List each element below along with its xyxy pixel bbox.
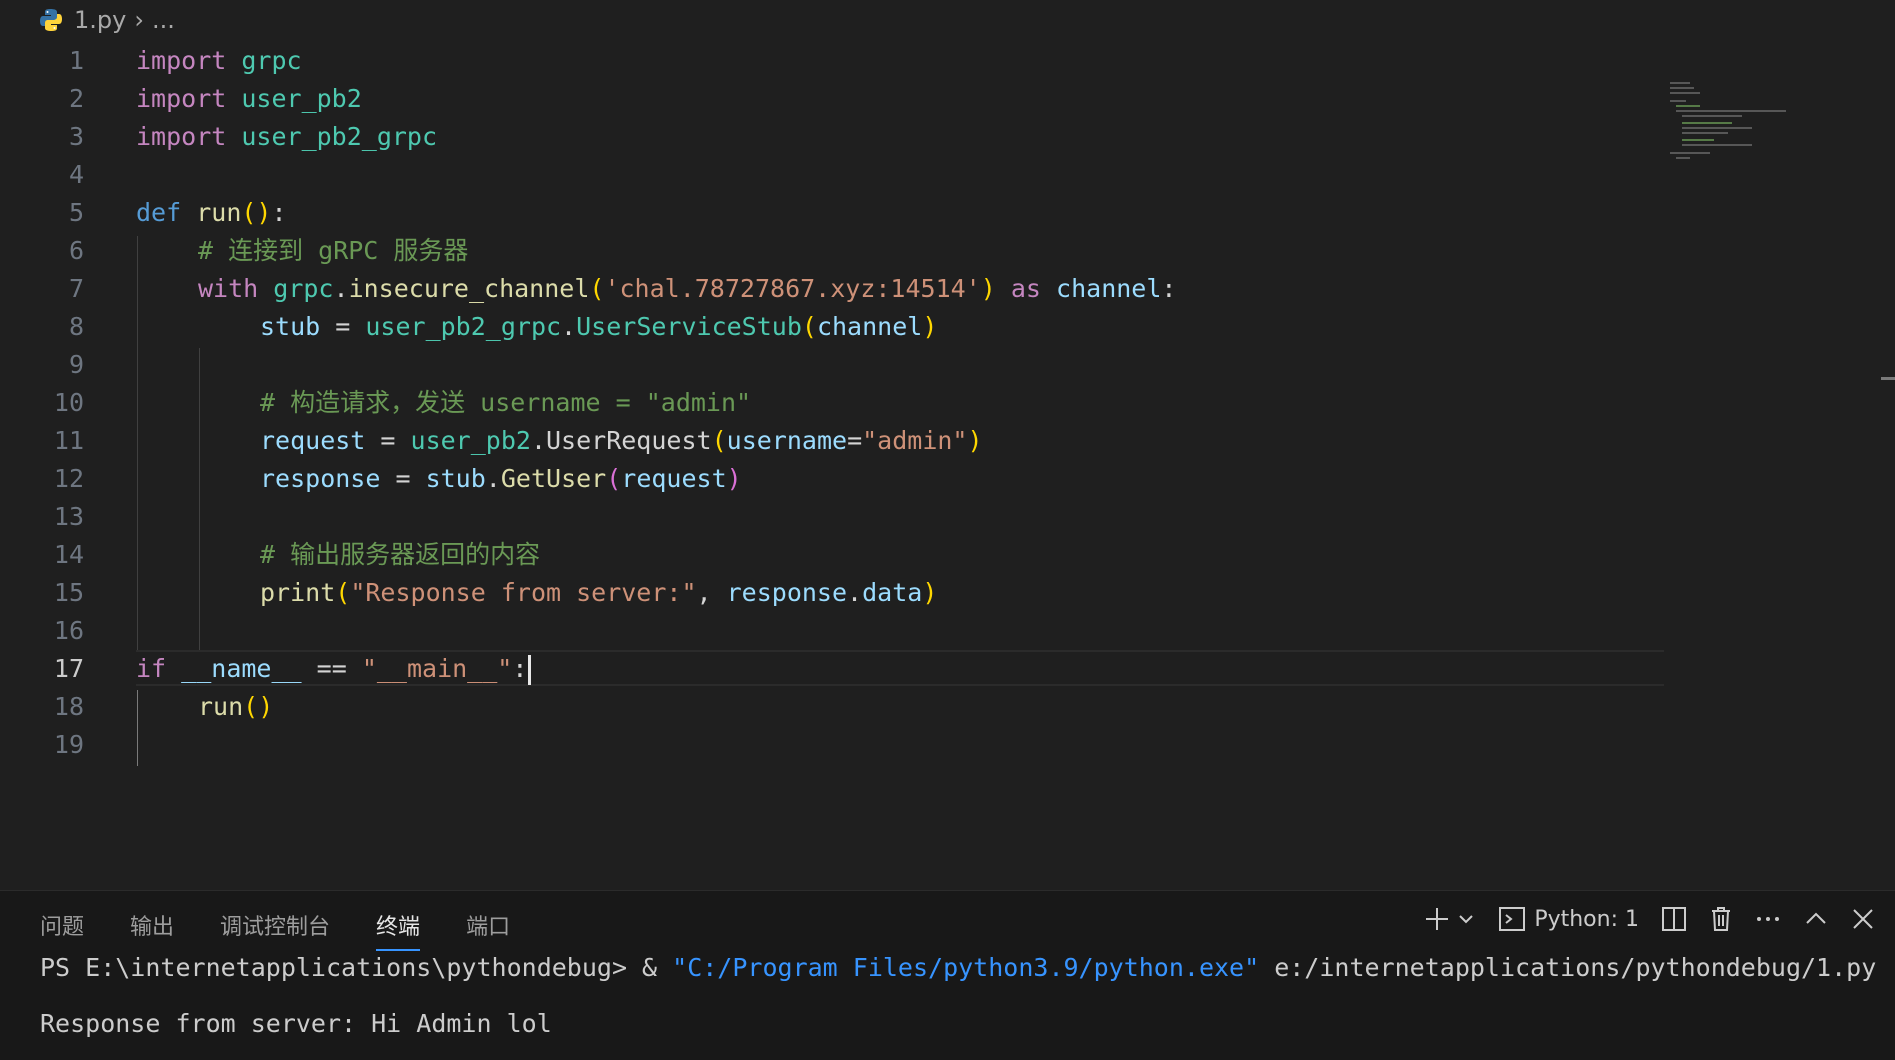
terminal-output: Response from server: Hi Admin lol [40,1009,552,1038]
close-icon [1853,909,1873,929]
chevron-down-icon[interactable] [1456,909,1476,929]
line-number: 7 [68,274,84,303]
chevron-right-icon: › [134,6,144,34]
maximize-panel-button[interactable] [1803,906,1829,932]
line-number: 17 [53,654,84,683]
code-line: 16 [0,612,1880,650]
code-line: 10 # 构造请求，发送 username = "admin" [0,384,1880,422]
code-text: request = user_pb2.UserRequest(username=… [260,426,983,455]
code-line-current: 17 if __name__ == "__main__": [0,650,1880,688]
line-number: 11 [53,426,84,455]
line-number: 18 [53,692,84,721]
panel-actions: Python: 1 [1402,905,1875,933]
code-line: 1 import grpc [0,42,1880,80]
code-text: # 输出服务器返回的内容 [260,540,541,569]
code-text: import grpc [136,46,302,75]
code-text: # 连接到 gRPC 服务器 [198,236,469,265]
scrollbar-marker[interactable] [1881,377,1895,380]
bottom-panel: 问题 输出 调试控制台 终端 端口 Python: 1 PS E:\intern… [0,890,1895,1060]
code-line: 13 [0,498,1880,536]
code-editor[interactable]: 1 import grpc 2 import user_pb2 3 import… [0,40,1895,890]
code-line: 14 # 输出服务器返回的内容 [0,536,1880,574]
line-number: 5 [68,198,84,227]
line-number: 8 [68,312,84,341]
code-text: def run(): [136,198,287,227]
trash-icon [1712,907,1730,931]
breadcrumb-rest[interactable]: ... [152,6,175,34]
line-number: 1 [68,46,84,75]
breadcrumb-file[interactable]: 1.py [74,6,126,34]
code-line: 5 def run(): [0,194,1880,232]
tab-ports[interactable]: 端口 [466,909,510,951]
line-number: 2 [68,84,84,113]
tab-output[interactable]: 输出 [130,909,174,951]
code-text: import user_pb2_grpc [136,122,438,151]
code-text: response = stub.GetUser(request) [260,464,742,493]
chevron-up-icon [1806,912,1826,924]
more-icon [1757,917,1779,921]
line-number: 10 [53,388,84,417]
terminal-instance-selector[interactable]: Python: 1 [1498,905,1639,933]
split-terminal-button[interactable] [1661,906,1687,932]
line-number: 15 [53,578,84,607]
line-number: 9 [68,350,84,379]
code-line: 9 [0,346,1880,384]
line-number: 14 [53,540,84,569]
terminal-command-line[interactable]: PS E:\internetapplications\pythondebug> … [40,953,1876,982]
tab-problems[interactable]: 问题 [40,909,84,951]
code-text: # 构造请求，发送 username = "admin" [260,388,752,417]
terminal-prompt: PS E:\internetapplications\pythondebug> … [40,953,673,982]
line-number: 6 [68,236,84,265]
code-text: import user_pb2 [136,84,362,113]
code-line: 6 # 连接到 gRPC 服务器 [0,232,1880,270]
plus-icon [1426,908,1449,930]
terminal-exe-path: "C:/Program Files/python3.9/python.exe" [672,953,1260,982]
terminal-icon [1499,907,1526,931]
code-line: 11 request = user_pb2.UserRequest(userna… [0,422,1880,460]
tab-terminal[interactable]: 终端 [376,909,421,951]
code-line: 12 response = stub.GetUser(request) [0,460,1880,498]
code-text: with grpc.insecure_channel('chal.7872786… [198,274,1177,303]
code-line: 19 [0,726,1880,764]
code-text: if __name__ == "__main__": [136,650,532,688]
minimap[interactable] [1670,82,1820,162]
tab-debug-console[interactable]: 调试控制台 [220,909,330,951]
code-text: stub = user_pb2_grpc.UserServiceStub(cha… [260,312,938,341]
code-line: 15 print("Response from server:", respon… [0,574,1880,612]
more-actions-button[interactable] [1755,906,1781,932]
terminal-arg: e:/internetapplications/pythondebug/1.py [1259,953,1877,982]
line-number: 13 [53,502,84,531]
breadcrumb: 1.py › ... [0,0,1895,40]
code-text: print("Response from server:", response.… [260,578,938,607]
code-line: 7 with grpc.insecure_channel('chal.78727… [0,270,1880,308]
split-icon [1662,907,1686,931]
line-number: 3 [68,122,84,151]
code-text: run() [198,692,274,721]
text-cursor [528,655,532,685]
close-panel-button[interactable] [1851,907,1875,931]
code-line: 4 [0,156,1880,194]
kill-terminal-button[interactable] [1709,906,1733,932]
code-line: 8 stub = user_pb2_grpc.UserServiceStub(c… [0,308,1880,346]
code-line: 18 run() [0,688,1880,726]
code-line: 3 import user_pb2_grpc [0,118,1880,156]
line-number: 4 [68,160,84,189]
panel-tabs: 问题 输出 调试控制台 终端 端口 [40,909,556,951]
line-number: 16 [53,616,84,645]
terminal-label: Python: 1 [1534,906,1639,932]
line-number: 12 [53,464,84,493]
python-file-icon [40,9,62,31]
code-line: 2 import user_pb2 [0,80,1880,118]
line-number: 19 [53,730,84,759]
new-terminal-button[interactable] [1424,906,1476,932]
